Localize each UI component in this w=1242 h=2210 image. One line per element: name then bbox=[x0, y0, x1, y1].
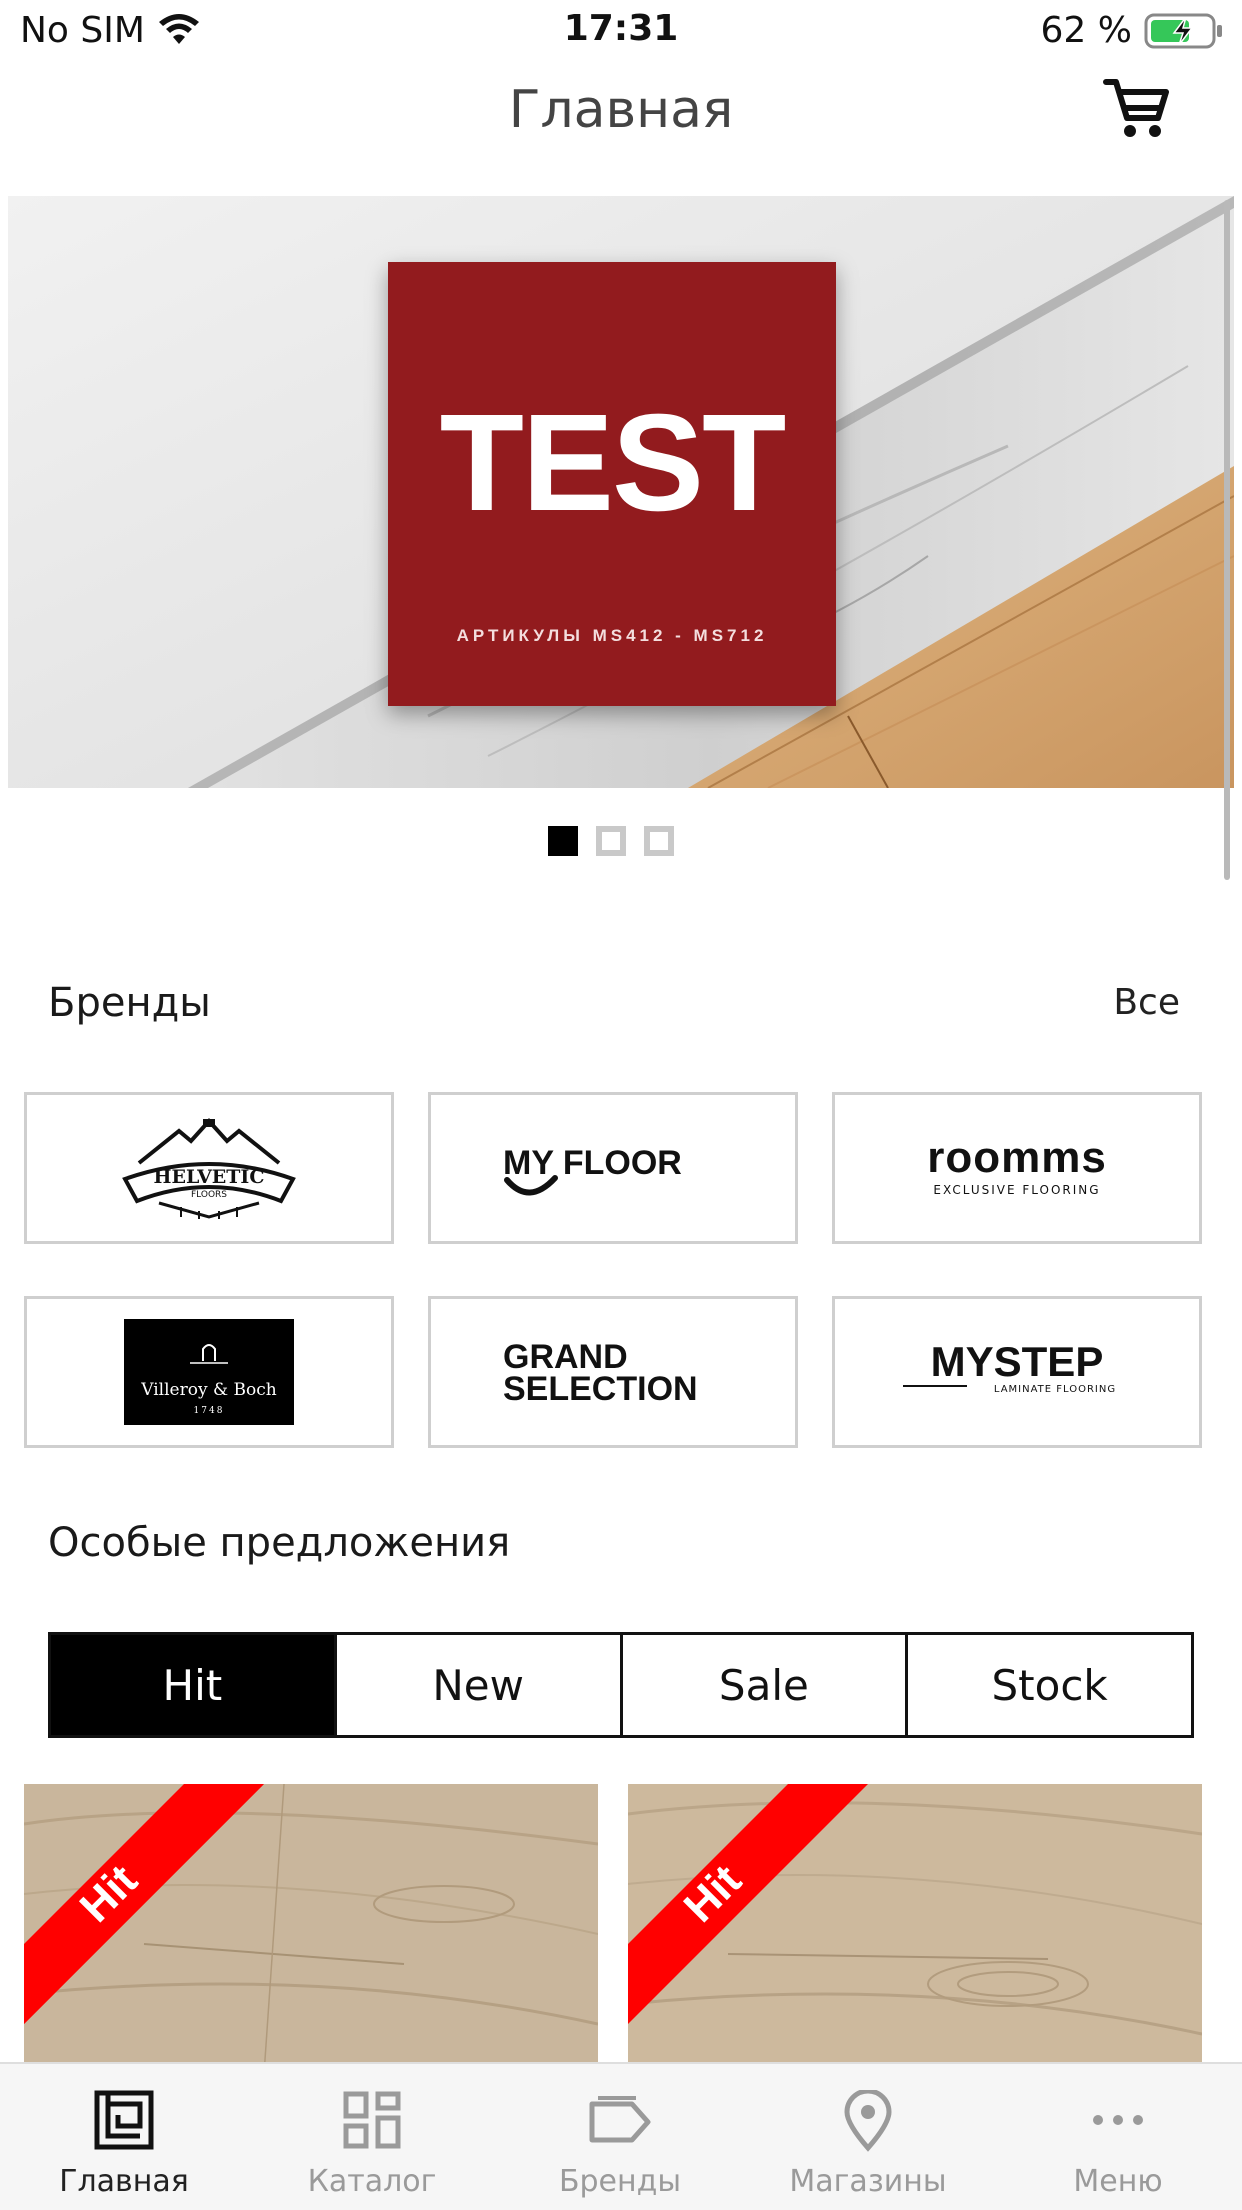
tabbar-item-home[interactable]: Главная bbox=[0, 2064, 248, 2210]
battery-percent: 62 % bbox=[1040, 10, 1132, 51]
product-card[interactable]: Hit bbox=[628, 1784, 1202, 2074]
tabbar-item-menu[interactable]: Меню bbox=[994, 2064, 1242, 2210]
more-dots-icon bbox=[1093, 2115, 1143, 2125]
tabbar-label: Бренды bbox=[558, 2164, 682, 2199]
svg-text:1748: 1748 bbox=[194, 1406, 225, 1416]
catalog-icon bbox=[343, 2091, 401, 2149]
see-all-brands-link[interactable]: Все bbox=[1113, 982, 1180, 1023]
svg-text:MYSTEP: MYSTEP bbox=[931, 1338, 1104, 1385]
navigation-bar: Главная bbox=[0, 62, 1242, 160]
brand-tile-helvetic[interactable]: HELVETIC FLOORS bbox=[24, 1092, 394, 1244]
location-pin-icon bbox=[844, 2090, 892, 2152]
svg-text:MY FLOOR: MY FLOOR bbox=[503, 1144, 682, 1182]
tabbar-label: Каталог bbox=[307, 2164, 437, 2199]
hit-ribbon: Hit bbox=[628, 1784, 868, 2024]
brands-tag-icon bbox=[589, 2096, 651, 2143]
carousel-dot[interactable] bbox=[644, 826, 674, 856]
helvetic-logo: HELVETIC FLOORS bbox=[122, 1118, 296, 1219]
banner-subtitle: АРТИКУЛЫ MS412 - MS712 bbox=[456, 626, 768, 645]
brand-tile-villeroy-boch[interactable]: Villeroy & Boch 1748 bbox=[24, 1296, 394, 1448]
tabbar-label: Магазины bbox=[789, 2164, 947, 2199]
svg-text:LAMINATE FLOORING: LAMINATE FLOORING bbox=[994, 1384, 1116, 1395]
svg-text:HELVETIC: HELVETIC bbox=[154, 1166, 265, 1188]
roomms-logo: roomms EXCLUSIVE FLOORING bbox=[927, 1133, 1107, 1197]
mystep-logo: MYSTEP LAMINATE FLOORING bbox=[903, 1338, 1116, 1395]
offers-tab-bar: Hit New Sale Stock bbox=[48, 1632, 1194, 1738]
page-title: Главная bbox=[508, 80, 734, 140]
tabbar-label: Главная bbox=[59, 2164, 189, 2199]
svg-text:Villeroy & Boch: Villeroy & Boch bbox=[140, 1380, 277, 1400]
svg-text:EXCLUSIVE FLOORING: EXCLUSIVE FLOORING bbox=[933, 1183, 1100, 1197]
tab-new[interactable]: New bbox=[337, 1635, 623, 1735]
tabbar-item-brands[interactable]: Бренды bbox=[496, 2064, 744, 2210]
cart-icon[interactable] bbox=[1102, 74, 1172, 144]
tabbar-item-catalog[interactable]: Каталог bbox=[248, 2064, 496, 2210]
brand-tile-myfloor[interactable]: MY FLOOR bbox=[428, 1092, 798, 1244]
villeroy-boch-logo: Villeroy & Boch 1748 bbox=[124, 1319, 294, 1425]
brand-tile-roomms[interactable]: roomms EXCLUSIVE FLOORING bbox=[832, 1092, 1202, 1244]
tab-hit[interactable]: Hit bbox=[51, 1635, 337, 1735]
banner-test-box: TEST АРТИКУЛЫ MS412 - MS712 bbox=[388, 262, 836, 706]
product-card[interactable]: Hit bbox=[24, 1784, 598, 2074]
tab-sale[interactable]: Sale bbox=[623, 1635, 909, 1735]
carousel-dot-active[interactable] bbox=[548, 826, 578, 856]
carousel-pagination bbox=[548, 826, 674, 856]
svg-text:FLOORS: FLOORS bbox=[191, 1190, 227, 1200]
svg-text:roomms: roomms bbox=[927, 1133, 1107, 1182]
home-icon bbox=[94, 2090, 154, 2150]
status-bar: No SIM 17:31 62 % bbox=[0, 0, 1242, 62]
brand-tile-mystep[interactable]: MYSTEP LAMINATE FLOORING bbox=[832, 1296, 1202, 1448]
battery-charging-icon bbox=[1144, 13, 1222, 49]
banner-headline: TEST bbox=[439, 386, 787, 540]
tabbar-label: Меню bbox=[1073, 2164, 1163, 2199]
brand-tile-grand-selection[interactable]: GRAND SELECTION bbox=[428, 1296, 798, 1448]
special-offers-title: Особые предложения bbox=[48, 1520, 511, 1566]
myfloor-logo: MY FLOOR bbox=[503, 1144, 682, 1196]
bottom-tab-bar: Главная Каталог Бренды Магазины Меню bbox=[0, 2062, 1242, 2210]
scroll-indicator bbox=[1224, 200, 1230, 880]
promo-banner[interactable]: TEST АРТИКУЛЫ MS412 - MS712 bbox=[8, 196, 1234, 788]
tabbar-item-stores[interactable]: Магазины bbox=[744, 2064, 992, 2210]
tab-stock[interactable]: Stock bbox=[908, 1635, 1191, 1735]
grand-selection-logo: GRAND SELECTION bbox=[503, 1338, 698, 1408]
svg-text:SELECTION: SELECTION bbox=[503, 1370, 698, 1408]
hit-ribbon: Hit bbox=[24, 1784, 264, 2024]
carousel-dot[interactable] bbox=[596, 826, 626, 856]
brands-section-title: Бренды bbox=[48, 980, 211, 1026]
